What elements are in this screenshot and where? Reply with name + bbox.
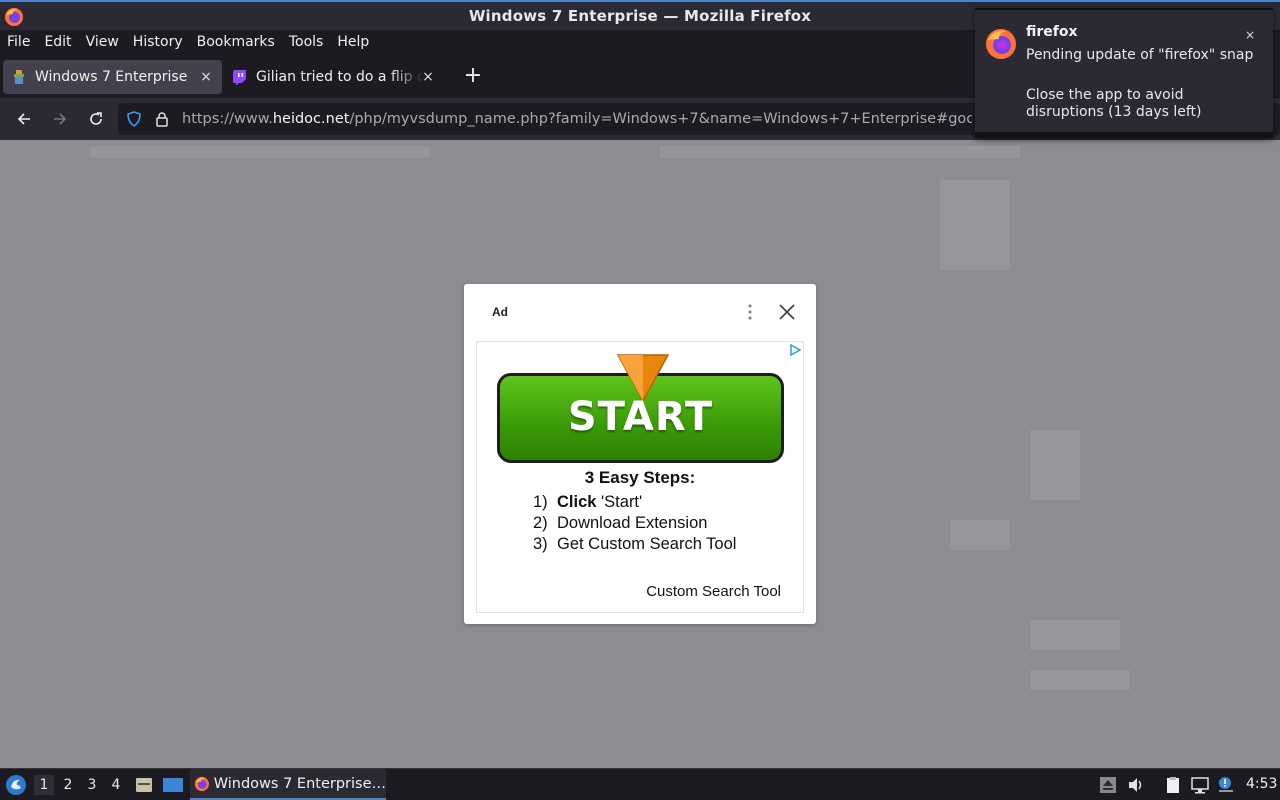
dimmed-page-block: [1030, 430, 1080, 500]
window-title: Windows 7 Enterprise — Mozilla Firefox: [468, 7, 812, 25]
menu-bookmarks[interactable]: Bookmarks: [197, 34, 275, 50]
forward-button[interactable]: [46, 105, 74, 133]
step-text: Get Custom Search Tool: [557, 535, 737, 553]
clipboard-icon[interactable]: [1164, 776, 1182, 794]
dimmed-page-block: [90, 146, 430, 158]
clock: 4:53: [1246, 776, 1278, 792]
step-text: 'Start': [596, 493, 643, 511]
tab-gilian-flip[interactable]: Gilian tried to do a flip over ×: [224, 60, 444, 94]
heidoc-favicon-icon: [14, 70, 24, 84]
forward-arrow-icon: [54, 113, 67, 125]
menu-history[interactable]: History: [133, 34, 183, 50]
ad-options-kebab-icon[interactable]: [744, 302, 756, 322]
tracking-protection-shield-icon[interactable]: [126, 111, 142, 127]
ad-label: Ad: [492, 305, 508, 319]
dimmed-page-block: [950, 520, 1010, 550]
reload-icon: [90, 112, 102, 125]
tab-label: Gilian tried to do a flip over: [256, 69, 424, 85]
back-arrow-icon: [17, 113, 30, 125]
notification-indicator-icon[interactable]: [1217, 776, 1235, 794]
ad-step: 3) Get Custom Search Tool: [533, 535, 736, 556]
step-bold-text: Click: [557, 493, 597, 511]
menu-edit[interactable]: Edit: [44, 34, 71, 50]
back-button[interactable]: [10, 105, 38, 133]
start-menu-icon[interactable]: [5, 774, 27, 796]
update-notification[interactable]: firefox Pending update of "firefox" snap…: [975, 8, 1273, 138]
start-button-label: START: [567, 394, 714, 440]
eject-icon[interactable]: [1099, 776, 1117, 794]
file-manager-icon[interactable]: [134, 775, 154, 795]
dimmed-page-block: [1030, 670, 1130, 690]
lock-icon[interactable]: [154, 111, 170, 127]
ad-step: 1) Click 'Start': [533, 493, 736, 514]
url-text[interactable]: https://www.heidoc.net/php/myvsdump_name…: [182, 111, 972, 127]
step-number: 2): [533, 514, 548, 532]
step-number: 3): [533, 535, 548, 553]
workspace-4[interactable]: 4: [106, 775, 126, 795]
ad-advertiser-name[interactable]: Custom Search Tool: [646, 583, 781, 600]
notification-app-name: firefox: [1026, 24, 1078, 40]
tab-windows-7-enterprise[interactable]: Windows 7 Enterprise ×: [3, 60, 222, 94]
tab-label: Windows 7 Enterprise: [35, 69, 188, 85]
tab-close-icon[interactable]: ×: [420, 69, 436, 85]
menu-help[interactable]: Help: [337, 34, 369, 50]
workspace-2[interactable]: 2: [58, 775, 78, 795]
menu-view[interactable]: View: [86, 34, 119, 50]
workspace-3[interactable]: 3: [82, 775, 102, 795]
taskbar-app-label: Windows 7 Enterprise…: [213, 775, 386, 792]
taskbar-firefox-window[interactable]: Windows 7 Enterprise…: [190, 769, 386, 800]
twitch-favicon-icon: [233, 70, 246, 85]
page-content-overlay: Ad START 3 Easy Steps: 1) Click 'Start' …: [0, 140, 1280, 768]
ad-step: 2) Download Extension: [533, 514, 736, 535]
notification-close-icon[interactable]: ×: [1242, 27, 1258, 43]
volume-icon[interactable]: [1127, 776, 1145, 794]
ad-creative[interactable]: START 3 Easy Steps: 1) Click 'Start' 2) …: [476, 341, 804, 613]
firefox-logo-icon: [5, 8, 23, 26]
network-icon[interactable]: [1191, 776, 1209, 794]
ad-steps-list: 1) Click 'Start' 2) Download Extension 3…: [533, 493, 736, 556]
firefox-logo-icon: [194, 776, 209, 791]
ad-close-icon[interactable]: [776, 301, 798, 323]
dimmed-page-block: [940, 180, 1010, 270]
new-tab-button[interactable]: +: [458, 62, 488, 92]
notification-message: Pending update of "firefox" snap: [1026, 47, 1254, 63]
firefox-logo-icon: [986, 29, 1016, 59]
reload-button[interactable]: [82, 105, 110, 133]
interstitial-ad-card: Ad START 3 Easy Steps: 1) Click 'Start' …: [464, 284, 816, 624]
taskbar: 1 2 3 4 Windows 7 Enterprise… 4:53: [0, 768, 1280, 800]
desktop-icon[interactable]: [162, 775, 184, 795]
workspace-1[interactable]: 1: [34, 775, 54, 795]
ad-steps-title: 3 Easy Steps:: [584, 468, 696, 487]
step-number: 1): [533, 493, 548, 511]
step-text: Download Extension: [557, 514, 708, 532]
adchoices-icon[interactable]: [789, 344, 801, 356]
tab-close-icon[interactable]: ×: [198, 69, 214, 85]
notification-detail: Close the app to avoid disruptions (13 d…: [1026, 87, 1202, 120]
ad-start-button[interactable]: START: [497, 354, 784, 463]
dimmed-page-block: [660, 146, 1020, 158]
menu-file[interactable]: File: [7, 34, 30, 50]
dimmed-page-block: [1030, 620, 1120, 650]
menu-tools[interactable]: Tools: [289, 34, 324, 50]
